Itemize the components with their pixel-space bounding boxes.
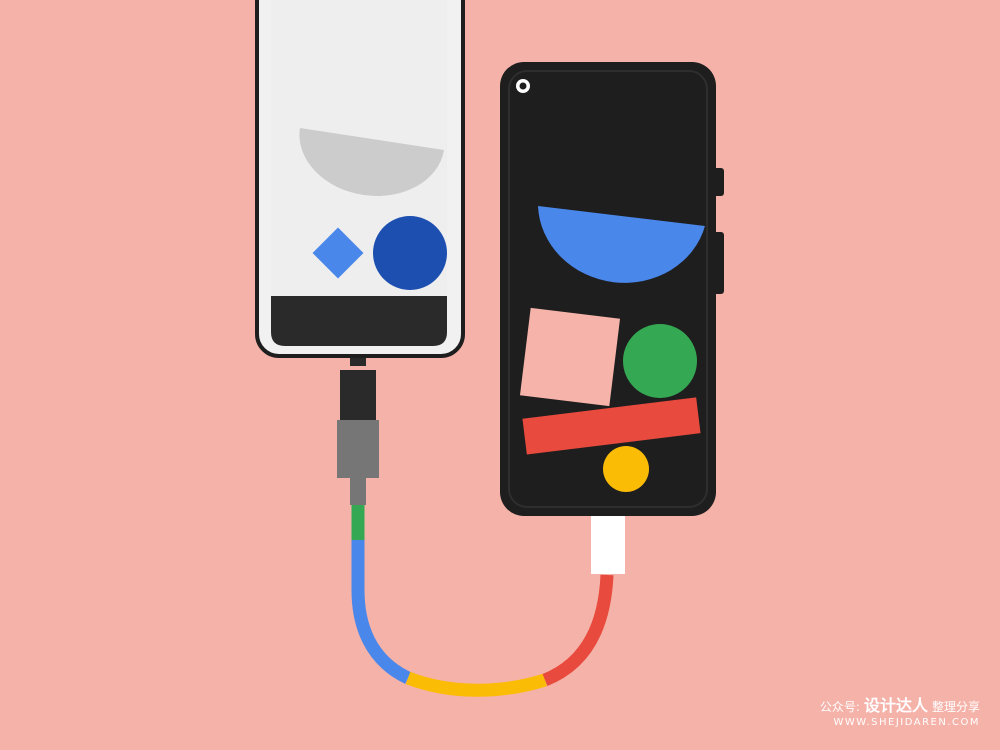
phone-dark-camera-lens (519, 82, 527, 90)
plug-tail (350, 478, 366, 505)
phone-transfer-illustration (0, 0, 1000, 750)
pink-square (519, 307, 621, 407)
green-circle (623, 324, 697, 398)
usb-a-plug-icon (591, 508, 625, 574)
plug-collar (340, 370, 376, 420)
plug-body (337, 420, 379, 478)
watermark-line1: 公众号: 设计达人 整理分享 (820, 697, 980, 715)
watermark: 公众号: 设计达人 整理分享 WWW.SHEJIDAREN.COM (820, 697, 980, 728)
watermark-prefix: 公众号: (819, 700, 860, 715)
dark-blue-circle (373, 216, 447, 290)
plug-white-body (591, 514, 625, 574)
watermark-brand: 设计达人 (863, 696, 928, 716)
phone-light-icon (255, 0, 465, 358)
watermark-url: WWW.SHEJIDAREN.COM (833, 717, 980, 728)
phone-light-chin (271, 296, 447, 346)
illustration-stage: 公众号: 设计达人 整理分享 WWW.SHEJIDAREN.COM (0, 0, 1000, 750)
yellow-circle (603, 446, 649, 492)
phone-dark-icon (500, 62, 724, 516)
watermark-suffix: 整理分享 (931, 700, 980, 715)
